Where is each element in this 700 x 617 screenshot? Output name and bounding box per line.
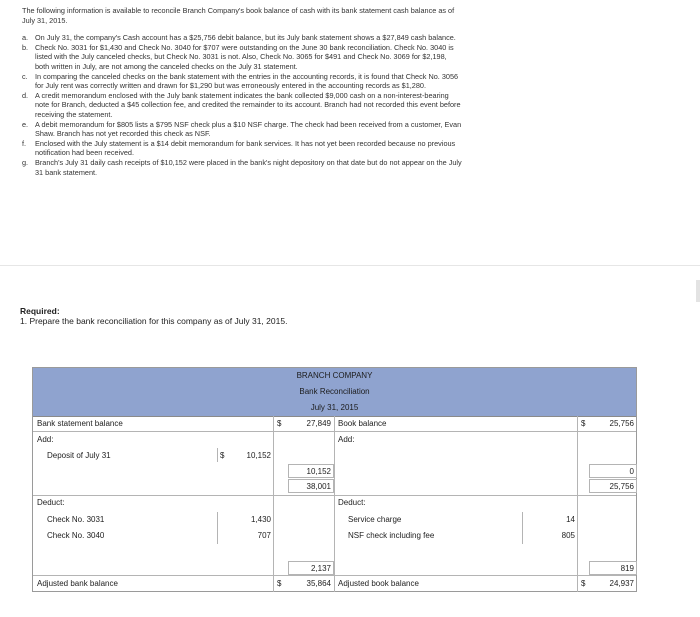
problem-item-c: c. In comparing the canceled checks on th… xyxy=(22,71,459,91)
problem-intro: The following information is available t… xyxy=(22,6,455,25)
row-line xyxy=(33,495,636,496)
nsf-check-value: 805 xyxy=(561,531,575,540)
book-subtotal: 25,756 xyxy=(609,482,634,491)
service-charge-value: 14 xyxy=(566,515,575,524)
book-balance-label: Book balance xyxy=(338,419,387,428)
statement-date: July 31, 2015 xyxy=(310,403,359,412)
adjusted-bank-value: 35,864 xyxy=(306,579,331,588)
row-line xyxy=(33,575,636,576)
problem-item-e: e. A debit memorandum for $805 lists a $7… xyxy=(22,119,462,139)
problem-item-d: d. A credit memorandum enclosed with the … xyxy=(22,90,461,119)
col-divider xyxy=(217,512,218,544)
deposit-dollar: $ xyxy=(220,451,225,460)
required-instruction: 1. Prepare the bank reconciliation for t… xyxy=(20,316,288,326)
problem-item-f: f. Enclosed with the July statement is a … xyxy=(22,138,456,158)
book-add-total-field[interactable]: 0 xyxy=(589,464,637,478)
required-section: Required: 1. Prepare the bank reconcilia… xyxy=(20,306,287,326)
book-deduct-label: Deduct: xyxy=(338,498,366,507)
adjusted-book-label: Adjusted book balance xyxy=(338,579,419,588)
adjusted-book-value: 24,937 xyxy=(609,579,634,588)
col-divider xyxy=(334,416,335,592)
bank-deduct-total-field[interactable]: 2,137 xyxy=(288,561,334,575)
col-divider xyxy=(273,416,274,592)
bank-reconciliation-table: BRANCH COMPANY Bank Reconciliation July … xyxy=(32,367,637,592)
col-divider xyxy=(577,416,578,592)
check-3031-label: Check No. 3031 xyxy=(47,515,105,524)
problem-item-a: a. On July 31, the company's Cash account… xyxy=(22,33,456,43)
bank-subtotal-field[interactable]: 38,001 xyxy=(288,479,334,493)
bank-subtotal: 38,001 xyxy=(306,482,331,491)
company-name: BRANCH COMPANY xyxy=(296,371,373,380)
table-header: BRANCH COMPANY Bank Reconciliation July … xyxy=(33,368,636,417)
book-deduct-total-field[interactable]: 819 xyxy=(589,561,637,575)
adjusted-bank-dollar: $ xyxy=(277,579,282,588)
bank-balance-value: 27,849 xyxy=(306,419,331,428)
col-divider xyxy=(217,448,218,462)
statement-title: Bank Reconciliation xyxy=(299,387,370,396)
problem-text: The following information is available t… xyxy=(22,6,462,177)
book-add-total: 0 xyxy=(629,467,634,476)
bank-add-total: 10,152 xyxy=(306,467,331,476)
check-3040-label: Check No. 3040 xyxy=(47,531,105,540)
check-3031-value: 1,430 xyxy=(250,515,271,524)
problem-item-b: b. Check No. 3031 for $1,430 and Check No… xyxy=(22,42,454,71)
nsf-check-label: NSF check including fee xyxy=(348,531,435,540)
col-divider xyxy=(522,512,523,544)
book-add-label: Add: xyxy=(338,435,355,444)
book-balance-value: 25,756 xyxy=(609,419,634,428)
problem-items: a. On July 31, the company's Cash account… xyxy=(22,33,462,177)
required-heading: Required: xyxy=(20,306,60,316)
book-subtotal-field[interactable]: 25,756 xyxy=(589,479,637,493)
section-divider xyxy=(0,265,700,266)
bank-balance-label: Bank statement balance xyxy=(37,419,123,428)
adjusted-book-dollar: $ xyxy=(581,579,586,588)
bank-balance-dollar: $ xyxy=(277,419,282,428)
deposit-label: Deposit of July 31 xyxy=(47,451,111,460)
book-balance-dollar: $ xyxy=(581,419,586,428)
deposit-value: 10,152 xyxy=(246,451,271,460)
adjusted-bank-label: Adjusted bank balance xyxy=(37,579,118,588)
bank-deduct-label: Deduct: xyxy=(37,498,65,507)
problem-item-g: g. Branch's July 31 daily cash receipts o… xyxy=(22,157,462,177)
bank-add-label: Add: xyxy=(37,435,54,444)
scroll-edge xyxy=(696,280,700,302)
row-line xyxy=(33,431,636,432)
bank-deduct-total: 2,137 xyxy=(310,564,331,573)
bank-add-total-field[interactable]: 10,152 xyxy=(288,464,334,478)
book-deduct-total: 819 xyxy=(620,564,634,573)
service-charge-label: Service charge xyxy=(348,515,402,524)
check-3040-value: 707 xyxy=(257,531,271,540)
